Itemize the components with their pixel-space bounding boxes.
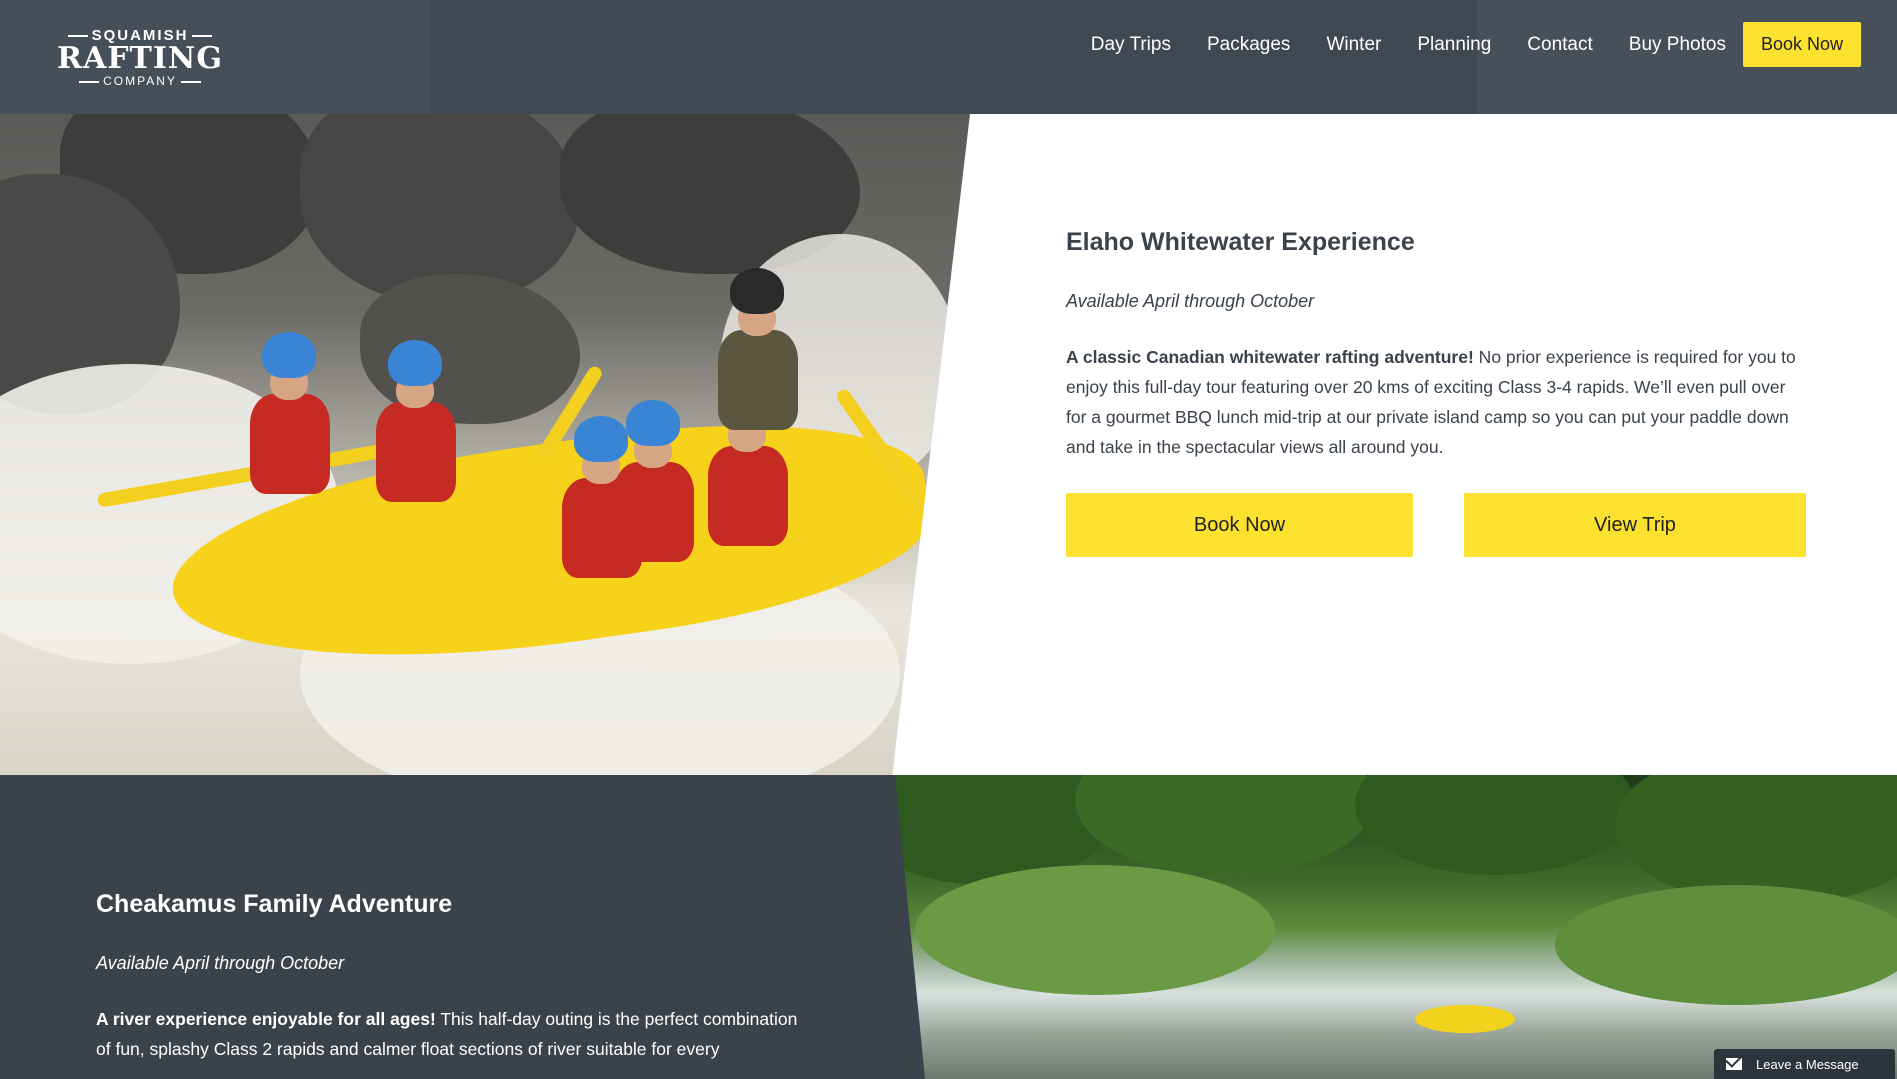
header-book-now-button[interactable]: Book Now xyxy=(1742,22,1861,67)
elaho-title: Elaho Whitewater Experience xyxy=(1066,228,1415,256)
nav-day-trips[interactable]: Day Trips xyxy=(1091,34,1171,56)
nav-planning[interactable]: Planning xyxy=(1417,34,1491,56)
trip-section-elaho: Elaho Whitewater Experience Available Ap… xyxy=(0,114,1897,775)
nav-winter[interactable]: Winter xyxy=(1326,34,1381,56)
nav-packages[interactable]: Packages xyxy=(1207,34,1290,56)
cheakamus-river-photo xyxy=(895,775,1897,1079)
nav-contact[interactable]: Contact xyxy=(1527,34,1592,56)
elaho-description: A classic Canadian whitewater rafting ad… xyxy=(1066,342,1806,462)
elaho-view-trip-button[interactable]: View Trip xyxy=(1464,493,1806,557)
cheakamus-content: Cheakamus Family Adventure Available Apr… xyxy=(96,890,816,1064)
leave-message-widget[interactable]: Leave a Message xyxy=(1714,1049,1895,1079)
main-nav: Day Trips Packages Winter Planning Conta… xyxy=(1055,22,1861,67)
leave-message-label: Leave a Message xyxy=(1756,1056,1859,1072)
cheakamus-description: A river experience enjoyable for all age… xyxy=(96,1004,816,1064)
distant-raft xyxy=(1415,1005,1515,1033)
cheakamus-availability: Available April through October xyxy=(96,953,345,973)
logo-line-3: COMPANY xyxy=(54,74,226,88)
trip-section-cheakamus: Cheakamus Family Adventure Available Apr… xyxy=(0,775,1897,1079)
elaho-buttons: Book Now View Trip xyxy=(1066,493,1806,557)
logo-line-2: RAFTING xyxy=(57,41,223,76)
site-header: SQUAMISH RAFTING COMPANY Day Trips Packa… xyxy=(0,0,1897,114)
elaho-rafting-photo xyxy=(0,114,970,775)
elaho-lead: A classic Canadian whitewater rafting ad… xyxy=(1066,347,1474,367)
elaho-availability: Available April through October xyxy=(1066,291,1315,311)
elaho-book-now-button[interactable]: Book Now xyxy=(1066,493,1413,557)
nav-buy-photos[interactable]: Buy Photos xyxy=(1629,34,1726,56)
cheakamus-title: Cheakamus Family Adventure xyxy=(96,890,453,918)
site-logo[interactable]: SQUAMISH RAFTING COMPANY xyxy=(54,28,226,89)
elaho-content: Elaho Whitewater Experience Available Ap… xyxy=(1066,228,1806,462)
cheakamus-lead: A river experience enjoyable for all age… xyxy=(96,1009,436,1029)
envelope-icon xyxy=(1726,1058,1742,1070)
